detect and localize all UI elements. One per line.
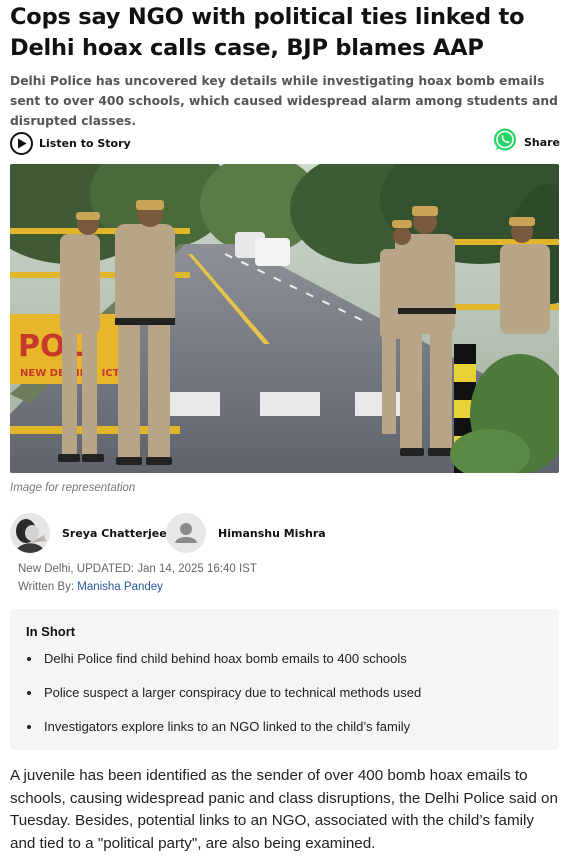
share-label: Share xyxy=(523,135,560,149)
article-body: A juvenile has been identified as the se… xyxy=(10,767,558,853)
list-item: Investigators explore links to an NGO li… xyxy=(26,719,410,734)
list-item: Police suspect a larger conspiracy due t… xyxy=(26,685,421,700)
written-by-link[interactable]: Manisha Pandey xyxy=(77,581,163,593)
hero-image: POL NEW DELHI ... ICT xyxy=(10,164,559,473)
listen-label: Listen to Story xyxy=(39,136,131,150)
image-caption: Image for representation xyxy=(10,482,136,494)
in-short-point: Police suspect a larger conspiracy due t… xyxy=(44,685,422,700)
article-summary: Delhi Police has uncovered key details w… xyxy=(10,74,558,128)
in-short-point: Investigators explore links to an NGO li… xyxy=(44,719,411,734)
author-sreya-chatterjee[interactable]: Sreya Chatterjee xyxy=(10,513,167,553)
bullet-icon xyxy=(27,690,31,695)
in-short-title: In Short xyxy=(26,624,76,639)
bullet-icon xyxy=(27,724,31,729)
avatar xyxy=(10,513,50,553)
article-headline: Cops say NGO with political ties linked … xyxy=(10,4,525,61)
written-by-prefix: Written By: xyxy=(18,581,75,593)
whatsapp-icon xyxy=(492,127,518,158)
bullet-icon xyxy=(27,656,31,661)
author-himanshu-mishra[interactable]: Himanshu Mishra xyxy=(166,513,326,553)
in-short-box: In Short Delhi Police find child behind … xyxy=(10,609,559,750)
share-button[interactable]: Share xyxy=(492,127,560,158)
author-name: Himanshu Mishra xyxy=(218,526,326,540)
list-item: Delhi Police find child behind hoax bomb… xyxy=(26,651,407,666)
written-by: Written By: Manisha Pandey xyxy=(18,581,163,593)
listen-to-story-button[interactable]: Listen to Story xyxy=(10,131,131,155)
article-dateline: New Delhi, UPDATED: Jan 14, 2025 16:40 I… xyxy=(18,563,257,575)
in-short-point: Delhi Police find child behind hoax bomb… xyxy=(44,651,407,666)
author-name: Sreya Chatterjee xyxy=(62,526,167,540)
play-icon xyxy=(10,131,33,155)
avatar-placeholder xyxy=(166,513,206,553)
